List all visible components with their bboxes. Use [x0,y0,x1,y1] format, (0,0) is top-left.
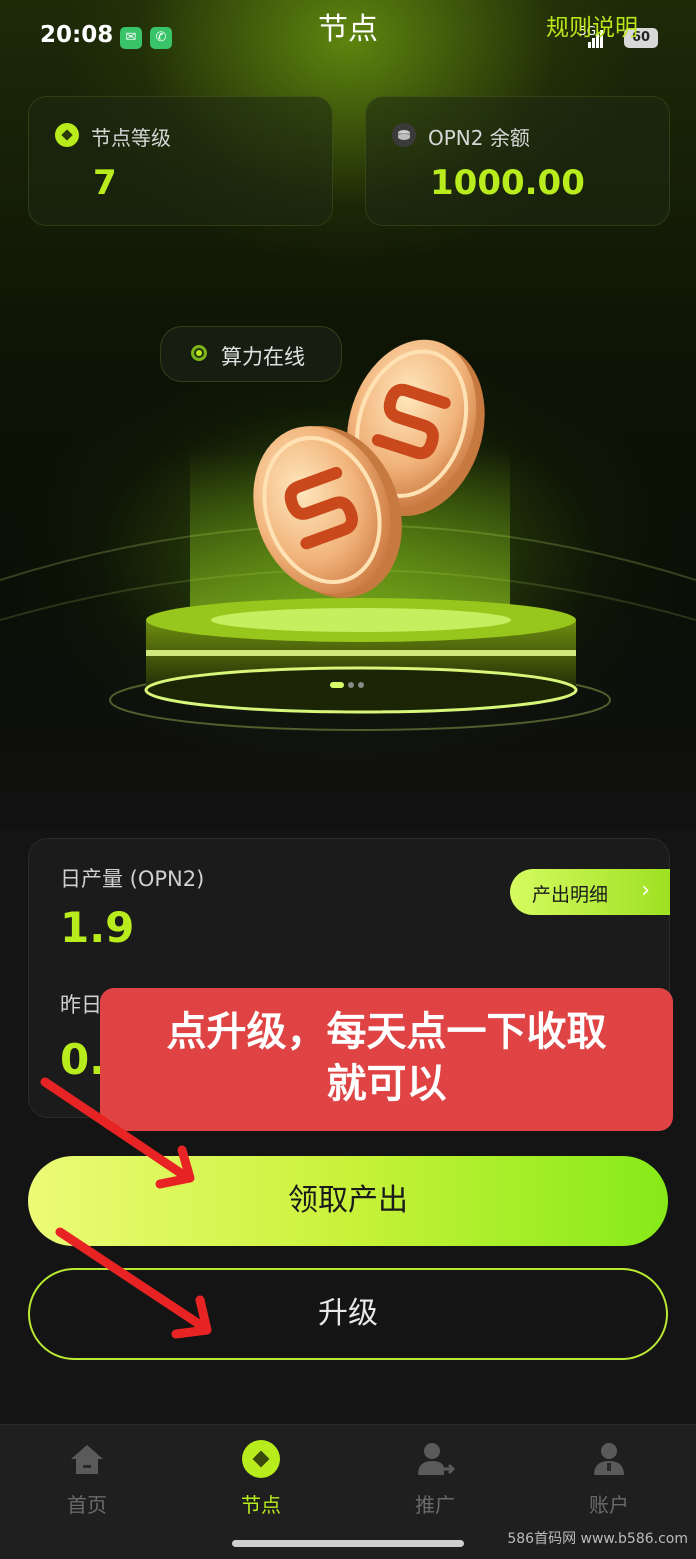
tab-node[interactable]: 节点 [174,1425,348,1535]
annotation-banner: 点升级，每天点一下收取 就可以 [100,988,673,1131]
home-indicator [232,1540,464,1547]
tab-promote[interactable]: 推广 [348,1425,522,1535]
account-user-icon [594,1443,624,1475]
claim-output-button[interactable]: 领取产出 [28,1156,668,1246]
node-diamond-icon [242,1440,280,1478]
carousel-dot[interactable] [348,682,354,688]
yesterday-output-label: 昨日 [60,993,102,1017]
tab-label: 账户 [589,1493,629,1517]
chevron-right-icon: › [641,878,650,903]
home-icon [71,1445,103,1474]
watermark: 586首码网 www.b586.com [507,1531,688,1547]
node-level-value: 7 [93,163,117,203]
balance-label: OPN2 余额 [428,126,530,150]
carousel-dot[interactable] [330,682,344,688]
node-level-label: 节点等级 [91,126,171,150]
output-detail-button[interactable]: 产出明细 › [510,869,670,915]
carousel-dot[interactable] [358,682,364,688]
node-level-card: 节点等级 7 [28,96,333,226]
node-level-icon [55,123,79,147]
tab-label: 节点 [241,1493,281,1517]
tab-label: 首页 [67,1493,107,1517]
daily-output-value: 1.9 [60,903,135,952]
tab-label: 推广 [415,1493,455,1517]
annotation-line: 点升级，每天点一下收取 [166,1009,607,1055]
daily-output-label: 日产量 (OPN2) [60,867,205,891]
balance-value: 1000.00 [430,163,585,203]
tab-account[interactable]: 账户 [522,1425,696,1535]
balance-card: OPN2 余额 1000.00 [365,96,670,226]
output-detail-label: 产出明细 [532,884,609,906]
invite-user-icon [418,1443,455,1475]
tab-home[interactable]: 首页 [0,1425,174,1535]
upgrade-button[interactable]: 升级 [28,1268,668,1360]
annotation-line: 就可以 [326,1061,447,1107]
coin-stack-icon [392,123,416,147]
carousel-dots [330,673,368,692]
rules-link[interactable]: 规则说明 [546,8,638,42]
